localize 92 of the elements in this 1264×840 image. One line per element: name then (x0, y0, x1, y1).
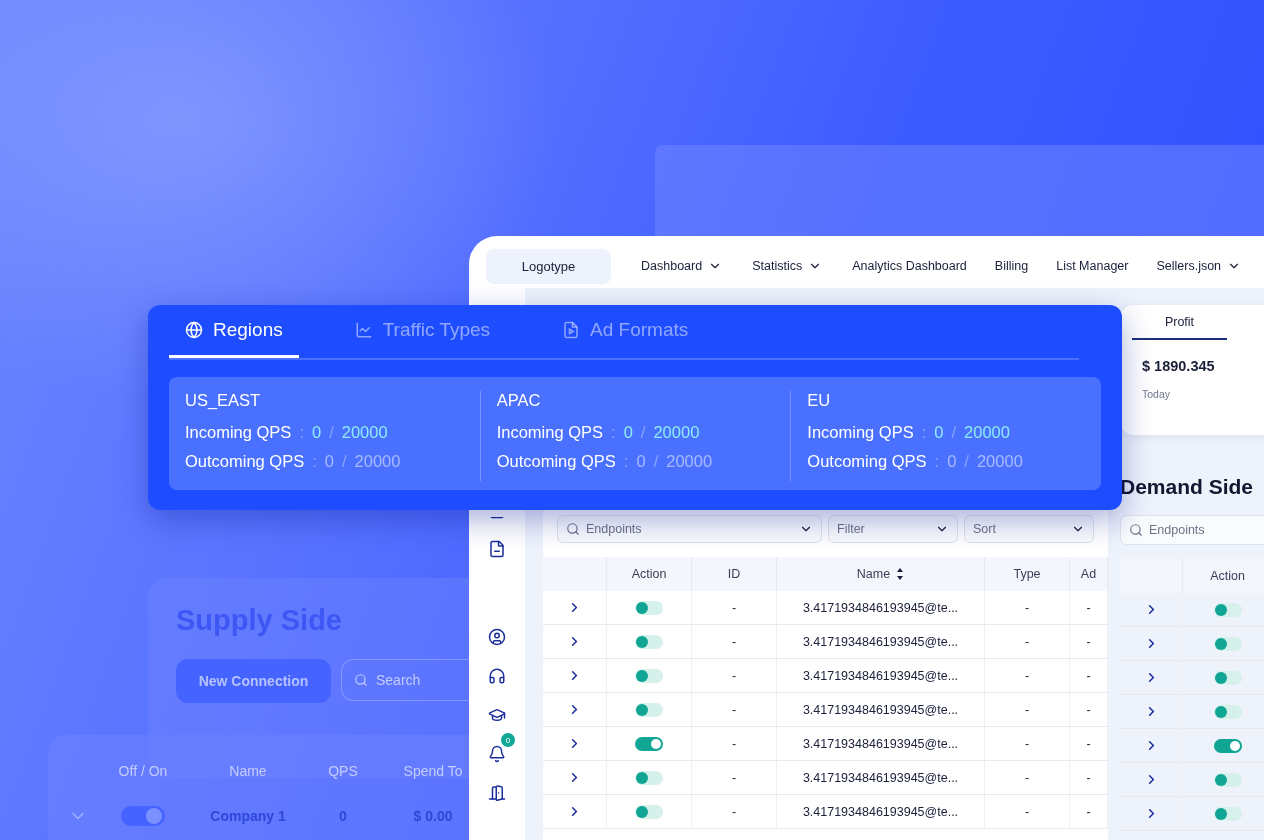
sort-icon[interactable] (896, 567, 905, 581)
column-header: Action (607, 557, 692, 591)
table-cell: - (985, 795, 1070, 829)
toggle[interactable] (1213, 602, 1242, 617)
column-header[interactable]: Name (777, 557, 985, 591)
period-label: Today (1142, 388, 1172, 400)
table-cell: 3.4171934846193945@te... (777, 591, 985, 625)
toggle[interactable] (1213, 772, 1242, 787)
table-cell: - (692, 659, 777, 693)
table-cell: - (985, 659, 1070, 693)
table-cell: - (1070, 591, 1108, 625)
tab[interactable]: Regions (169, 305, 299, 358)
search-field[interactable]: Endpoints (557, 515, 822, 543)
column-header: Ad (1070, 557, 1108, 591)
table-cell: - (985, 625, 1070, 659)
column-header: Type (985, 557, 1070, 591)
toggle[interactable] (1213, 806, 1242, 821)
line-chart-icon (354, 321, 373, 339)
toggle[interactable] (1213, 636, 1242, 651)
table-cell: - (692, 625, 777, 659)
table-cell: - (1070, 761, 1108, 795)
nav-item[interactable]: Analytics Dashboard (852, 259, 967, 273)
table-cell: - (692, 727, 777, 761)
toggle[interactable] (635, 668, 663, 683)
table-cell: - (985, 727, 1070, 761)
toggle[interactable] (635, 736, 663, 751)
region-name: EU (807, 391, 832, 410)
qps-metric: Incoming QPS : 0 / 20000 (496, 423, 701, 443)
search-icon (1129, 523, 1143, 537)
toggle[interactable] (635, 702, 663, 717)
search-field[interactable]: Endpoints (1120, 515, 1264, 545)
column-header: Name (229, 763, 267, 779)
nav-item[interactable]: Statistics (752, 259, 823, 273)
toggle[interactable] (635, 770, 663, 785)
nav-item[interactable]: Dashboard (641, 259, 723, 273)
toggle[interactable] (121, 806, 165, 826)
table-cell: - (692, 693, 777, 727)
table-cell: - (692, 761, 777, 795)
search-icon (354, 673, 368, 687)
region-name: US_EAST (185, 391, 262, 410)
table-cell: - (985, 761, 1070, 795)
table-cell: - (692, 591, 777, 625)
profit-value: $ 1890.345 (1142, 358, 1216, 374)
table-cell: 3.4171934846193945@te... (777, 727, 985, 761)
section-title: Demand Side (1120, 475, 1255, 500)
nav-item[interactable]: List Manager (1056, 259, 1129, 273)
qps-metric: Outcoming QPS : 0 / 20000 (496, 452, 714, 472)
region-name: APAC (496, 391, 542, 410)
search-icon (566, 522, 580, 536)
table-cell: 3.4171934846193945@te... (777, 693, 985, 727)
column-header: Spend To (403, 763, 463, 779)
toggle[interactable] (1213, 670, 1242, 685)
table-cell: 3.4171934846193945@te... (777, 761, 985, 795)
table-cell: 3.4171934846193945@te... (777, 795, 985, 829)
nav-item[interactable]: Sellers.json (1156, 259, 1242, 273)
qps-metric: Outcoming QPS : 0 / 20000 (185, 452, 402, 472)
table-cell: 3.4171934846193945@te... (777, 625, 985, 659)
profit-tab[interactable]: Profit (1132, 315, 1227, 340)
dropdown-field[interactable]: Filter (828, 515, 958, 543)
user-icon[interactable] (488, 628, 506, 646)
toggle[interactable] (1213, 704, 1242, 719)
table-cell: - (1070, 625, 1108, 659)
door-icon[interactable] (488, 784, 506, 802)
toggle[interactable] (1213, 738, 1242, 753)
nav-item[interactable]: Billing (994, 259, 1029, 273)
table-cell: - (692, 795, 777, 829)
table-cell: - (985, 591, 1070, 625)
column-header: Action (1183, 559, 1264, 593)
notification-icon[interactable] (488, 745, 506, 763)
qps-metric: Incoming QPS : 0 / 20000 (807, 423, 1011, 443)
toggle[interactable] (635, 634, 663, 649)
headphones-icon[interactable] (488, 667, 506, 685)
column-header: QPS (328, 763, 358, 779)
qps-metric: Outcoming QPS : 0 / 20000 (807, 452, 1024, 472)
document-icon[interactable] (488, 540, 506, 558)
column-header: Off / On (118, 763, 168, 779)
dropdown-field[interactable]: Sort (964, 515, 1094, 543)
column-header: ID (692, 557, 777, 591)
logo[interactable]: Logotype (486, 248, 611, 284)
table-cell: - (1070, 659, 1108, 693)
table-cell: - (985, 693, 1070, 727)
qps-metric: Incoming QPS : 0 / 20000 (185, 423, 389, 443)
toggle[interactable] (635, 804, 663, 819)
toggle[interactable] (635, 600, 663, 615)
table-cell: 3.4171934846193945@te... (777, 659, 985, 693)
graduation-cap-icon[interactable] (488, 706, 506, 724)
globe-icon (185, 321, 203, 339)
table-cell: - (1070, 795, 1108, 829)
table-cell: - (1070, 693, 1108, 727)
play-file-icon (562, 321, 581, 339)
table-cell: - (1070, 727, 1108, 761)
notification-badge: 0 (501, 733, 515, 747)
